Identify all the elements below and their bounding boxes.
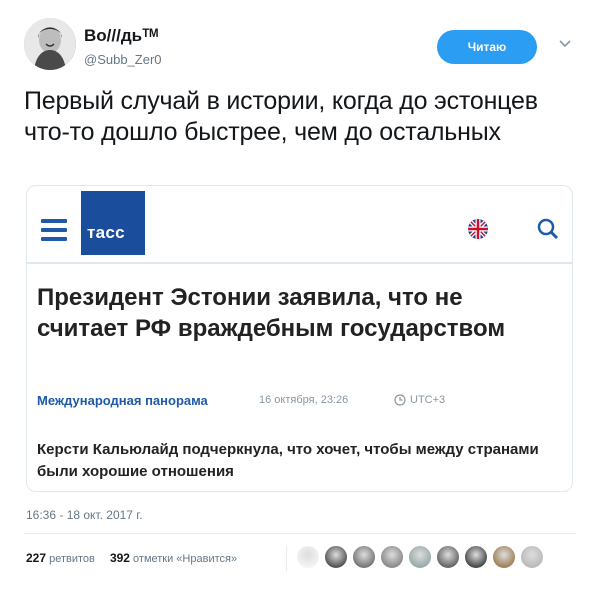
tass-logo-text: тасс	[87, 223, 125, 242]
card-lead: Керсти Кальюлайд подчеркнула, что хочет,…	[37, 441, 539, 480]
liker-avatar-6[interactable]	[436, 545, 460, 569]
liker-avatar-2[interactable]	[324, 545, 348, 569]
liker-avatar-5[interactable]	[408, 545, 432, 569]
chevron-down-glyph	[559, 40, 571, 48]
liker-avatar-1[interactable]	[296, 545, 320, 569]
divider	[24, 533, 576, 534]
author-handle[interactable]: @Subb_Zer0	[84, 52, 162, 67]
card-site-header: тасс	[27, 186, 572, 264]
card-date: 16 октября, 23:26	[259, 394, 349, 406]
card-headline: Президент Эстонии заявила, что не считае…	[37, 284, 506, 342]
uk-flag-icon	[468, 219, 488, 239]
chevron-down-icon[interactable]	[555, 36, 575, 56]
card-meta: Международная панорама 16 октября, 23:26…	[37, 393, 567, 409]
retweets-count[interactable]: 227	[26, 551, 46, 565]
author-avatar[interactable]	[24, 18, 76, 70]
author-avatar-image	[24, 18, 76, 70]
liker-avatar-4[interactable]	[380, 545, 404, 569]
link-card[interactable]: тасс Президент Эстонии заявила, что не с…	[26, 185, 573, 492]
tweet-stats: 227 ретвитов 392 отметки «Нравится»	[26, 551, 237, 565]
likes-label[interactable]: отметки «Нравится»	[133, 553, 237, 565]
menu-icon	[41, 219, 67, 241]
liker-avatar-3[interactable]	[352, 545, 376, 569]
likes-count[interactable]: 392	[110, 551, 130, 565]
liker-avatar-7[interactable]	[464, 545, 488, 569]
tass-logo: тасс	[81, 191, 145, 255]
clock-icon	[394, 394, 406, 406]
card-timezone: UTC+3	[410, 394, 446, 406]
retweets-label[interactable]: ретвитов	[49, 553, 95, 565]
search-icon	[536, 217, 560, 241]
tweet-timestamp[interactable]: 16:36 - 18 окт. 2017 г.	[26, 508, 143, 522]
liker-avatar-9[interactable]	[520, 545, 544, 569]
tweet-header: Во///дьᵀᴹ @Subb_Zer0 Читаю	[24, 14, 576, 78]
liker-avatar-8[interactable]	[492, 545, 516, 569]
card-category: Международная панорама	[37, 393, 208, 408]
stats-divider	[286, 545, 287, 571]
tweet-text: Первый случай в истории, когда до эстонц…	[24, 87, 538, 146]
author-display-name[interactable]: Во///дьᵀᴹ	[84, 26, 158, 46]
following-button[interactable]: Читаю	[437, 30, 537, 64]
